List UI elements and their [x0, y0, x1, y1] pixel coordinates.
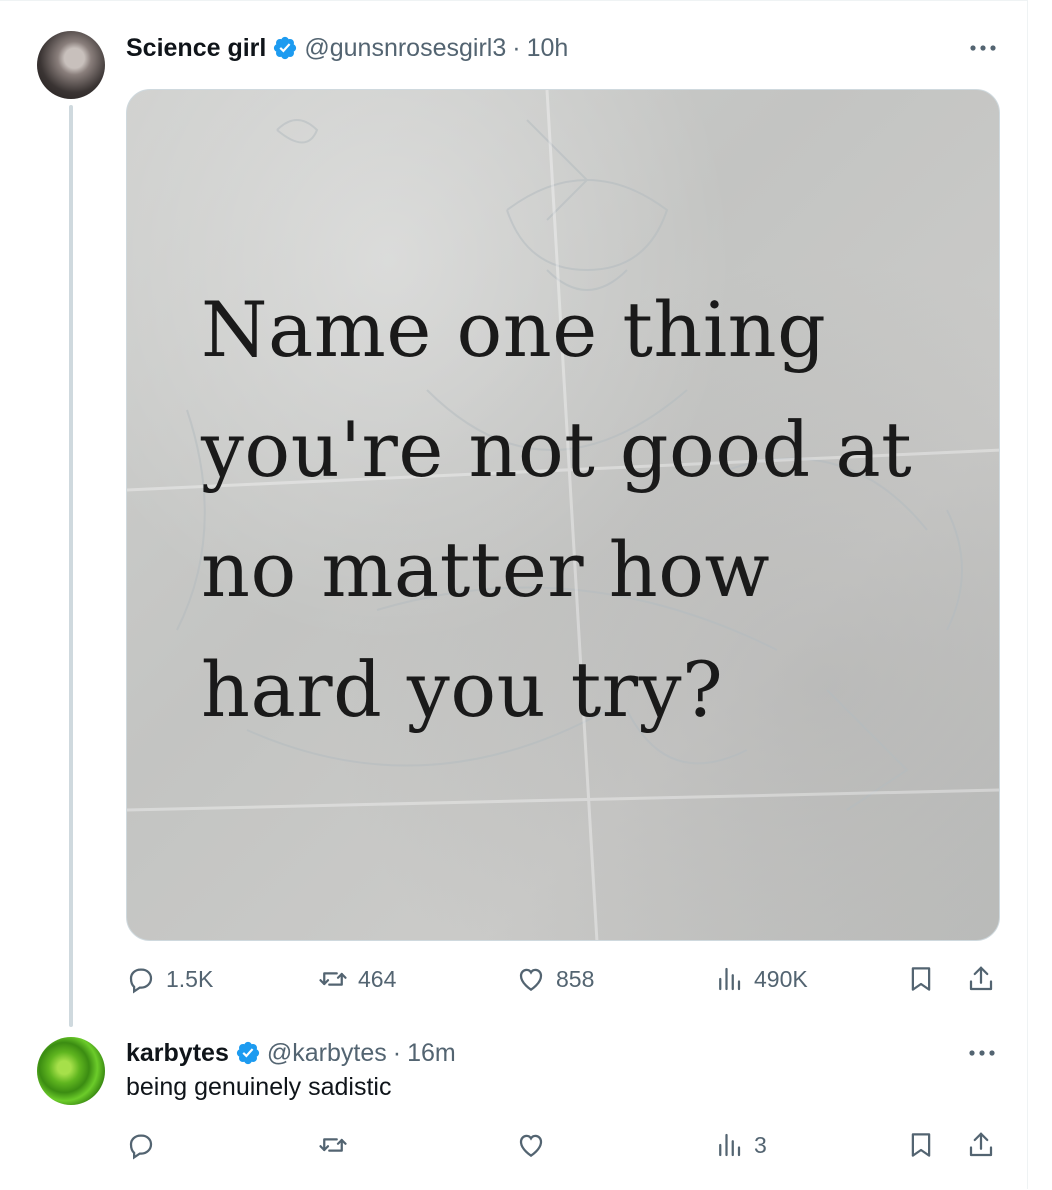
- tweet-text: being genuinely sadistic: [126, 1073, 392, 1101]
- tweet-actions: 1.5K 464 858 490K: [126, 959, 1006, 999]
- repost-button[interactable]: [318, 1125, 348, 1165]
- image-caption-line: hard you try?: [201, 645, 724, 734]
- view-count: 490K: [754, 965, 808, 992]
- tweet-image[interactable]: Name one thing you're not good at no mat…: [126, 89, 1000, 941]
- author-handle[interactable]: @gunsnrosesgirl3: [304, 34, 506, 63]
- reply-icon: [129, 1134, 153, 1160]
- reply-icon: [129, 968, 153, 994]
- timeline-frame: Science girl @gunsnrosesgirl3 · 10h Name…: [0, 0, 1028, 1189]
- like-button[interactable]: 858: [516, 959, 594, 999]
- timestamp[interactable]: 10h: [527, 34, 569, 63]
- reply-button[interactable]: 1.5K: [126, 959, 213, 999]
- author-name[interactable]: karbytes: [126, 1039, 229, 1068]
- timestamp[interactable]: 16m: [407, 1039, 456, 1068]
- separator: ·: [392, 1038, 402, 1067]
- tweet-header: Science girl @gunsnrosesgirl3 · 10h: [126, 31, 568, 65]
- views-button[interactable]: 490K: [714, 959, 808, 999]
- share-button[interactable]: [966, 1125, 996, 1165]
- share-icon: [969, 1132, 993, 1157]
- image-caption: Name one thing you're not good at no mat…: [201, 270, 981, 750]
- views-icon: [719, 967, 741, 991]
- author-name[interactable]: Science girl: [126, 34, 266, 63]
- avatar[interactable]: [37, 1037, 105, 1105]
- repost-icon: [319, 1138, 347, 1152]
- views-icon: [719, 1133, 741, 1157]
- like-count: 858: [556, 965, 595, 992]
- tweet-header: karbytes @karbytes · 16m: [126, 1036, 456, 1070]
- bookmark-button[interactable]: [906, 959, 936, 999]
- image-caption-line: you're not good at: [201, 405, 913, 494]
- more-icon[interactable]: [968, 33, 998, 63]
- bookmark-button[interactable]: [906, 1125, 936, 1165]
- share-button[interactable]: [966, 959, 996, 999]
- bookmark-icon: [911, 1133, 931, 1157]
- like-icon: [519, 968, 543, 991]
- reply-count: 1.5K: [166, 965, 214, 992]
- repost-button[interactable]: 464: [318, 959, 396, 999]
- tweet-actions: 3: [126, 1125, 1006, 1165]
- image-caption-line: no matter how: [201, 525, 771, 614]
- repost-icon: [319, 972, 347, 986]
- like-icon: [519, 1134, 543, 1157]
- thread-line: [69, 105, 73, 1027]
- view-count: 3: [754, 1131, 767, 1158]
- bookmark-icon: [911, 967, 931, 991]
- like-button[interactable]: [516, 1125, 546, 1165]
- separator: ·: [512, 33, 521, 62]
- repost-count: 464: [358, 965, 397, 992]
- verified-badge-icon: [236, 1041, 259, 1065]
- avatar[interactable]: [37, 31, 105, 99]
- views-button[interactable]: 3: [714, 1125, 767, 1165]
- share-icon: [969, 966, 993, 991]
- verified-badge-icon: [274, 36, 297, 60]
- author-handle[interactable]: @karbytes: [267, 1039, 387, 1068]
- reply-button[interactable]: [126, 1125, 156, 1165]
- image-caption-line: Name one thing: [201, 285, 827, 374]
- more-icon[interactable]: [967, 1038, 997, 1068]
- tweet-main[interactable]: Science girl @gunsnrosesgirl3 · 10h Name…: [0, 1, 1028, 1027]
